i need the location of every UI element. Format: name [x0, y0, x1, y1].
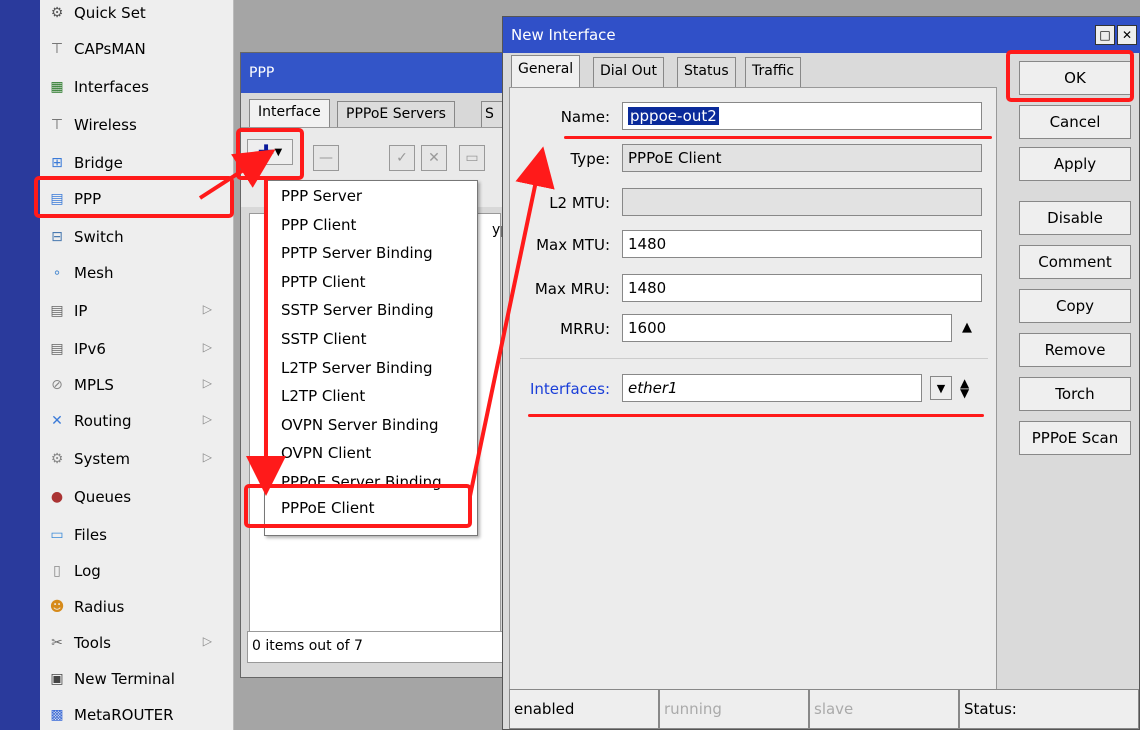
arrow-pppoe-to-dialog	[468, 146, 555, 497]
arrow-ppp-to-add	[198, 149, 276, 200]
annotation-arrows	[198, 146, 555, 497]
